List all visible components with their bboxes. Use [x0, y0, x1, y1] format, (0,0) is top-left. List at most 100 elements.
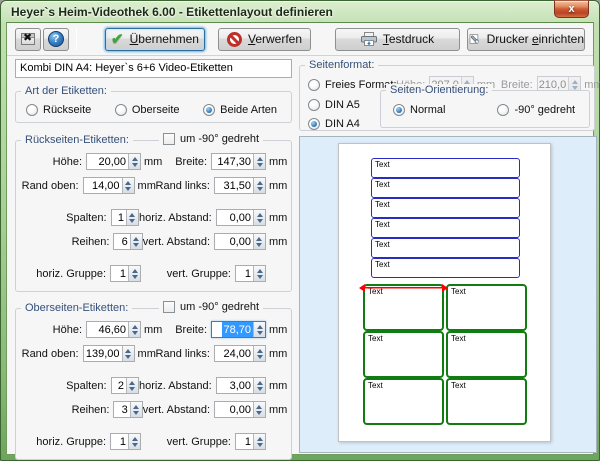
- radio-rueckseite[interactable]: Rückseite: [26, 104, 91, 116]
- top-rotate-label: um -90° gedreht: [180, 301, 259, 313]
- spinner[interactable]: [253, 378, 266, 393]
- back-rotate-checkbox[interactable]: um -90° gedreht: [159, 133, 263, 145]
- radio-normal[interactable]: Normal: [393, 104, 445, 116]
- spinner[interactable]: [253, 210, 266, 225]
- spinner[interactable]: [253, 322, 265, 337]
- back-v-abstand-label: vert. Abstand:: [142, 235, 211, 248]
- back-label-preview[interactable]: Text: [371, 178, 520, 198]
- back-labels-group: Rückseiten-Etiketten: um -90° gedreht Hö…: [15, 133, 292, 292]
- spinner[interactable]: [253, 266, 265, 281]
- testprint-button[interactable]: Testdruck: [335, 27, 460, 51]
- radio-oberseite-label: Oberseite: [131, 104, 180, 116]
- back-label-preview[interactable]: Text: [371, 158, 520, 178]
- help-icon: ?: [48, 31, 64, 47]
- top-h-abstand-label: horiz. Abstand:: [138, 379, 212, 392]
- printer-setup-button[interactable]: Drucker einrichten: [467, 27, 585, 51]
- apply-button[interactable]: ✔ Übernehmen: [105, 27, 205, 51]
- top-h-gruppe-label: horiz. Gruppe:: [36, 435, 106, 448]
- top-breite-field[interactable]: 78,70: [211, 321, 266, 338]
- unit-label: mm: [269, 379, 288, 392]
- exit-button[interactable]: [15, 27, 41, 51]
- unit-label: mm: [144, 323, 163, 336]
- top-spalten-field[interactable]: 2: [110, 377, 139, 394]
- top-label-preview[interactable]: Text: [446, 331, 527, 378]
- top-hoehe-label: Höhe:: [52, 323, 82, 336]
- left-panel: Kombi DIN A4: Heyer`s 6+6 Video-Etikette…: [15, 59, 292, 460]
- spinner[interactable]: [121, 178, 134, 193]
- back-hoehe-field[interactable]: 20,00: [86, 153, 141, 170]
- back-label-preview[interactable]: Text: [371, 238, 520, 258]
- unit-label: mm: [144, 155, 163, 168]
- top-rand-oben-field[interactable]: 139,00: [82, 345, 135, 362]
- spinner[interactable]: [128, 322, 140, 337]
- top-reihen-field[interactable]: 3: [113, 401, 143, 418]
- spinner[interactable]: [252, 234, 265, 249]
- back-v-abstand-field[interactable]: 0,00: [214, 233, 266, 250]
- unit-label: mm: [268, 235, 288, 248]
- top-h-gruppe-field[interactable]: 1: [110, 433, 141, 450]
- spinner[interactable]: [125, 210, 138, 225]
- spinner[interactable]: [253, 434, 265, 449]
- radio-minus90[interactable]: -90° gedreht: [497, 104, 575, 116]
- back-label-preview[interactable]: Text: [371, 218, 520, 238]
- back-breite-field[interactable]: 147,30: [211, 153, 266, 170]
- spinner[interactable]: [129, 234, 142, 249]
- back-label-preview[interactable]: Text: [371, 198, 520, 218]
- back-rand-links-label: Rand links:: [155, 179, 210, 192]
- spinner[interactable]: [128, 154, 140, 169]
- top-label-preview[interactable]: Text: [446, 284, 527, 331]
- top-rand-links-label: Rand links:: [155, 347, 210, 360]
- back-reihen-field[interactable]: 6: [113, 233, 143, 250]
- back-label-preview[interactable]: Text: [371, 258, 520, 278]
- top-rotate-checkbox[interactable]: um -90° gedreht: [159, 301, 263, 313]
- close-button[interactable]: x: [554, 0, 589, 18]
- testprint-button-label: Testdruck: [382, 32, 435, 46]
- top-h-abstand-field[interactable]: 3,00: [215, 377, 267, 394]
- spinner[interactable]: [253, 154, 265, 169]
- back-spalten-label: Spalten:: [66, 211, 107, 224]
- radio-oberseite[interactable]: Oberseite: [114, 104, 180, 116]
- radio-din-a5[interactable]: DIN A5: [308, 99, 360, 111]
- back-rand-links-field[interactable]: 31,50: [213, 177, 266, 194]
- close-icon: x: [568, 3, 575, 15]
- back-rand-oben-field[interactable]: 14,00: [82, 177, 135, 194]
- layout-name-field[interactable]: Kombi DIN A4: Heyer`s 6+6 Video-Etikette…: [15, 59, 292, 78]
- discard-button-label: Verwerfen: [247, 32, 303, 46]
- orientation-caption: Seiten-Orientierung:: [386, 84, 493, 96]
- back-h-gruppe-field[interactable]: 1: [110, 265, 141, 282]
- help-button[interactable]: ?: [43, 27, 69, 51]
- apply-button-label: Übernehmen: [129, 32, 199, 46]
- spinner[interactable]: [252, 402, 265, 417]
- spinner[interactable]: [125, 378, 138, 393]
- top-rand-links-field[interactable]: 24,00: [213, 345, 266, 362]
- content-area: Kombi DIN A4: Heyer`s 6+6 Video-Etikette…: [7, 56, 600, 460]
- top-v-abstand-field[interactable]: 0,00: [214, 401, 266, 418]
- label-type-caption: Art der Etiketten:: [21, 85, 111, 97]
- radio-normal-label: Normal: [410, 104, 446, 116]
- titlebar[interactable]: Heyer`s Heim-Videothek 6.00 - Etikettenl…: [6, 0, 594, 22]
- discard-button[interactable]: Verwerfen: [218, 27, 311, 51]
- spinner[interactable]: [121, 346, 134, 361]
- radio-beide-arten[interactable]: Beide Arten: [203, 104, 277, 116]
- radio-selected-icon: [203, 104, 216, 116]
- top-label-preview[interactable]: Text: [446, 378, 527, 425]
- radio-icon: [26, 104, 38, 116]
- radio-freies-format[interactable]: Freies Format:: [308, 78, 397, 91]
- top-v-gruppe-field[interactable]: 1: [235, 433, 266, 450]
- back-spalten-field[interactable]: 1: [110, 209, 139, 226]
- spinner[interactable]: [253, 346, 265, 361]
- printer-icon: [360, 32, 377, 46]
- radio-din-a4[interactable]: DIN A4: [308, 118, 360, 130]
- spinner[interactable]: [128, 266, 140, 281]
- top-label-preview[interactable]: Text: [363, 331, 444, 378]
- page-format-group: Seitenformat: Freies Format: Höhe: 297,0…: [299, 59, 600, 131]
- spinner[interactable]: [253, 178, 265, 193]
- radio-beide-arten-label: Beide Arten: [220, 104, 277, 116]
- top-label-preview[interactable]: Text: [363, 378, 444, 425]
- back-h-abstand-field[interactable]: 0,00: [215, 209, 267, 226]
- top-hoehe-field[interactable]: 46,60: [86, 321, 141, 338]
- spinner[interactable]: [128, 434, 140, 449]
- spinner[interactable]: [129, 402, 142, 417]
- exit-window-icon: [21, 31, 35, 45]
- back-v-gruppe-field[interactable]: 1: [235, 265, 266, 282]
